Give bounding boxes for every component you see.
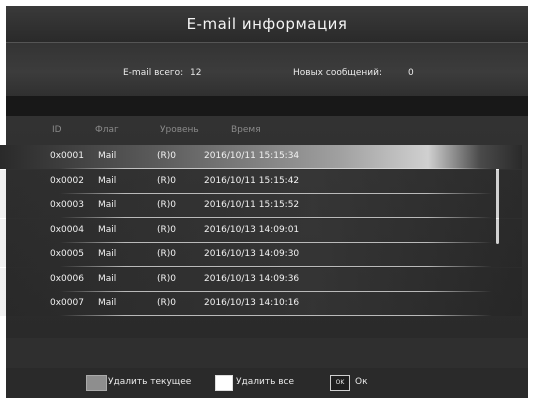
delete-current-button[interactable]: Удалить текущее — [108, 377, 191, 387]
cell-level: (R)0 — [157, 175, 177, 186]
summary-bar — [6, 43, 528, 96]
cell-level: (R)0 — [157, 224, 177, 235]
title-bar: E-mail информация — [6, 6, 528, 43]
cell-id: 0x0004 — [50, 224, 84, 235]
cell-id: 0x0006 — [50, 273, 84, 284]
cell-time: 2016/10/11 15:15:34 — [204, 151, 300, 161]
table-row[interactable]: 0x0003 Mail (R)0 2016/10/11 15:15:52 — [0, 194, 522, 218]
white-key-icon — [215, 375, 233, 391]
total-emails-value: 12 — [190, 68, 202, 78]
cell-id: 0x0005 — [50, 249, 84, 259]
cell-level: (R)0 — [157, 151, 177, 161]
cell-time: 2016/10/13 14:09:30 — [204, 249, 300, 259]
table-row[interactable]: 0x0002 Mail (R)0 2016/10/11 15:15:42 — [0, 169, 522, 194]
table-row[interactable]: 0x0001 Mail (R)0 2016/10/11 15:15:34 — [0, 145, 522, 169]
cell-level: (R)0 — [157, 200, 177, 210]
new-messages-label: Новых сообщений: — [293, 68, 383, 78]
delete-all-button[interactable]: Удалить все — [236, 377, 294, 387]
gray-key-icon — [86, 375, 107, 391]
total-emails-label: E-mail всего: — [123, 68, 184, 78]
cell-flag: Mail — [98, 273, 117, 284]
cell-time: 2016/10/13 14:10:16 — [204, 298, 300, 308]
cell-time: 2016/10/11 15:15:52 — [204, 200, 300, 210]
ok-key-icon: OK — [330, 375, 350, 391]
cell-id: 0x0001 — [50, 151, 84, 161]
cell-flag: Mail — [98, 249, 117, 259]
cell-flag: Mail — [98, 224, 117, 235]
cell-flag: Mail — [98, 298, 117, 308]
cell-id: 0x0002 — [50, 175, 84, 186]
cell-flag: Mail — [98, 151, 117, 161]
column-header-flag: Флаг — [95, 125, 119, 135]
ok-button[interactable]: Ок — [355, 377, 368, 387]
cell-flag: Mail — [98, 200, 117, 210]
page-title: E-mail информация — [186, 15, 348, 33]
cell-id: 0x0003 — [50, 200, 84, 210]
cell-time: 2016/10/11 15:15:42 — [204, 175, 300, 186]
cell-time: 2016/10/13 14:09:36 — [204, 273, 300, 284]
cell-level: (R)0 — [157, 298, 177, 308]
cell-level: (R)0 — [157, 249, 177, 259]
table-row[interactable]: 0x0006 Mail (R)0 2016/10/13 14:09:36 — [0, 267, 522, 292]
column-header-time: Время — [231, 125, 261, 135]
table-row[interactable]: 0x0005 Mail (R)0 2016/10/13 14:09:30 — [0, 243, 522, 267]
cell-level: (R)0 — [157, 273, 177, 284]
column-header-id: ID — [52, 125, 62, 135]
cell-time: 2016/10/13 14:09:01 — [204, 224, 300, 235]
table-row[interactable]: 0x0004 Mail (R)0 2016/10/13 14:09:01 — [0, 218, 522, 243]
column-header-level: Уровень — [160, 125, 199, 135]
row-separator — [60, 315, 492, 316]
table-row[interactable]: 0x0007 Mail (R)0 2016/10/13 14:10:16 — [0, 292, 522, 316]
divider-band — [6, 96, 528, 116]
cell-flag: Mail — [98, 175, 117, 186]
cell-id: 0x0007 — [50, 298, 84, 308]
new-messages-value: 0 — [408, 68, 414, 78]
